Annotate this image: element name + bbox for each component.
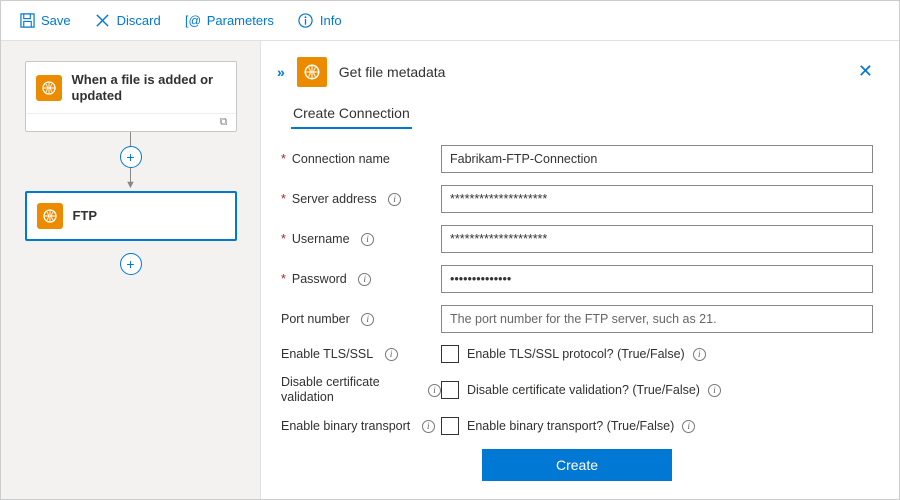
disable-cert-checkbox-label: Disable certificate validation? (True/Fa… [467, 383, 700, 397]
port-number-input[interactable] [441, 305, 873, 333]
enable-tls-checkbox-label: Enable TLS/SSL protocol? (True/False) [467, 347, 685, 361]
username-input[interactable] [441, 225, 873, 253]
info-icon[interactable]: i [422, 420, 435, 433]
server-address-input[interactable] [441, 185, 873, 213]
info-icon [298, 13, 314, 29]
save-label: Save [41, 13, 71, 28]
panel-tabs: Create Connection [291, 99, 873, 129]
info-icon[interactable]: i [388, 193, 401, 206]
save-icon [19, 13, 35, 29]
info-icon[interactable]: i [358, 273, 371, 286]
discard-icon [95, 13, 111, 29]
info-icon[interactable]: i [428, 384, 441, 397]
enable-tls-label: Enable TLS/SSL i [281, 347, 441, 362]
info-label: Info [320, 13, 342, 28]
designer-canvas: When a file is added or updated ⧉ + ▼ FT… [1, 41, 261, 499]
ftp-trigger-icon [36, 75, 62, 101]
info-icon[interactable]: i [361, 233, 374, 246]
toolbar: Save Discard [@] Parameters Info [1, 1, 899, 41]
svg-text:[@]: [@] [185, 14, 201, 28]
config-panel: » Get file metadata ✕ Create Connection … [261, 41, 899, 499]
ftp-node-title: FTP [73, 208, 98, 224]
port-number-label: Port number i [281, 312, 441, 327]
password-input[interactable] [441, 265, 873, 293]
disable-cert-checkbox[interactable] [441, 381, 459, 399]
enable-binary-label: Enable binary transport i [281, 419, 441, 434]
connection-name-input[interactable] [441, 145, 873, 173]
ftp-icon [37, 203, 63, 229]
main: When a file is added or updated ⧉ + ▼ FT… [1, 41, 899, 499]
ftp-action-node[interactable]: FTP [25, 191, 237, 241]
connection-name-label: *Connection name [281, 152, 441, 167]
arrow-down-icon: ▼ [125, 180, 136, 191]
connector-line [130, 132, 131, 146]
info-icon[interactable]: i [682, 420, 695, 433]
info-icon[interactable]: i [385, 348, 398, 361]
parameters-icon: [@] [185, 13, 201, 29]
parameters-label: Parameters [207, 13, 274, 28]
link-icon: ⧉ [220, 116, 228, 129]
connection-form: *Connection name *Server address i *User… [281, 145, 873, 481]
enable-binary-checkbox[interactable] [441, 417, 459, 435]
enable-binary-checkbox-label: Enable binary transport? (True/False) [467, 419, 674, 433]
info-icon[interactable]: i [693, 348, 706, 361]
password-label: *Password i [281, 272, 441, 287]
info-button[interactable]: Info [288, 9, 352, 33]
tab-create-connection[interactable]: Create Connection [291, 99, 412, 129]
collapse-chevrons-icon[interactable]: » [277, 64, 285, 80]
username-label: *Username i [281, 232, 441, 247]
save-button[interactable]: Save [9, 9, 81, 33]
add-step-button-2[interactable]: + [120, 253, 142, 275]
discard-button[interactable]: Discard [85, 9, 171, 33]
create-button[interactable]: Create [482, 449, 672, 481]
add-step-button[interactable]: + [120, 146, 142, 168]
server-address-label: *Server address i [281, 192, 441, 207]
panel-title: Get file metadata [339, 64, 446, 80]
node-footer: ⧉ [26, 113, 236, 131]
info-icon[interactable]: i [361, 313, 374, 326]
close-icon[interactable]: ✕ [858, 61, 873, 82]
trigger-node[interactable]: When a file is added or updated ⧉ [25, 61, 237, 132]
enable-tls-checkbox[interactable] [441, 345, 459, 363]
disable-cert-label: Disable certificate validation i [281, 375, 441, 405]
info-icon[interactable]: i [708, 384, 721, 397]
trigger-node-title: When a file is added or updated [72, 72, 226, 103]
panel-ftp-icon [297, 57, 327, 87]
parameters-button[interactable]: [@] Parameters [175, 9, 284, 33]
discard-label: Discard [117, 13, 161, 28]
